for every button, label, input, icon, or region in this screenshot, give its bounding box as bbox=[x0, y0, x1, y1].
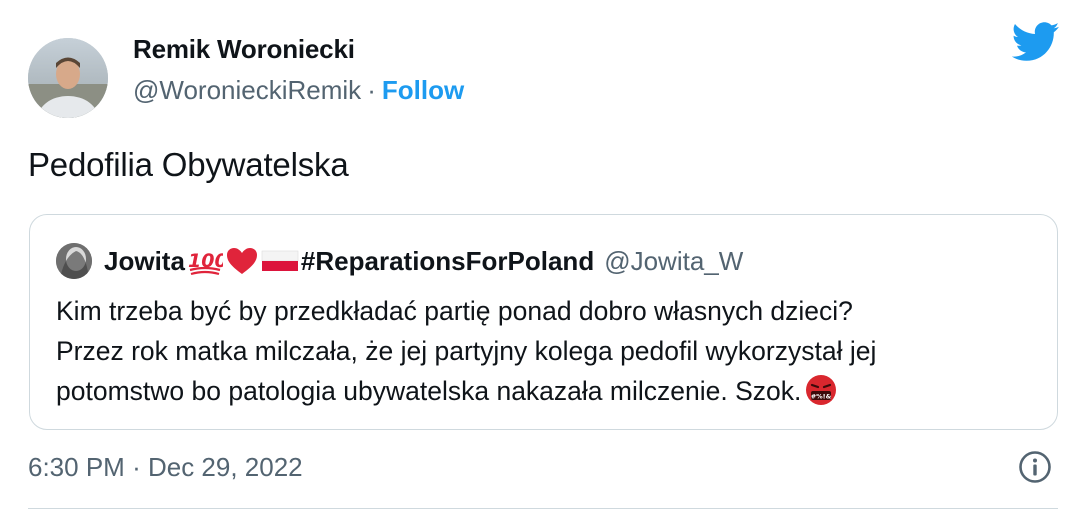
hundred-points-icon: 100 bbox=[188, 250, 223, 276]
handle-separator: · bbox=[367, 75, 376, 105]
quoted-author-name-text: Jowita bbox=[104, 245, 185, 276]
quoted-profile-photo bbox=[56, 243, 92, 279]
quoted-tweet[interactable]: Jowita 100 #ReparationsForPoland @Jowita… bbox=[29, 214, 1058, 430]
quoted-tweet-header: Jowita 100 #ReparationsForPoland @Jowita… bbox=[56, 241, 743, 281]
quoted-author-name[interactable]: Jowita 100 #ReparationsForPoland bbox=[104, 246, 594, 277]
twitter-bird-icon[interactable] bbox=[1012, 22, 1060, 62]
tweet-embed-card: Remik Woroniecki @WoronieckiRemik · Follow… bbox=[0, 0, 1092, 520]
red-heart-icon bbox=[226, 248, 257, 274]
bottom-divider bbox=[28, 508, 1058, 509]
follow-button[interactable]: Follow bbox=[382, 75, 464, 105]
face-with-symbols-icon: #%!& bbox=[806, 375, 837, 405]
tweet-text: Pedofilia Obywatelska bbox=[28, 146, 349, 183]
quoted-author-avatar[interactable] bbox=[56, 243, 92, 279]
author-avatar[interactable] bbox=[28, 38, 108, 118]
svg-text:#%!&: #%!& bbox=[811, 393, 832, 401]
profile-photo bbox=[28, 38, 108, 118]
info-icon[interactable] bbox=[1018, 450, 1052, 484]
quoted-tweet-body: Kim trzeba być by przedkładać partię pon… bbox=[56, 291, 1036, 411]
quoted-body-line: Przez rok matka milczała, że jej partyjn… bbox=[56, 336, 877, 366]
tweet-timestamp[interactable]: 6:30 PM · Dec 29, 2022 bbox=[28, 452, 303, 483]
quoted-body-line: potomstwo bo patologia ubywatelska nakaz… bbox=[56, 376, 802, 406]
author-handle[interactable]: @WoronieckiRemik bbox=[133, 75, 361, 105]
tweet-time: 6:30 PM bbox=[28, 452, 125, 482]
author-handle-row: @WoronieckiRemik · Follow bbox=[133, 75, 464, 106]
quoted-author-hashtag: #ReparationsForPoland bbox=[300, 245, 595, 276]
quoted-author-handle[interactable]: @Jowita_W bbox=[604, 246, 743, 277]
poland-flag-icon bbox=[261, 250, 299, 271]
author-name[interactable]: Remik Woroniecki bbox=[133, 34, 355, 65]
meta-separator: · bbox=[132, 452, 141, 482]
quoted-body-line: Kim trzeba być by przedkładać partię pon… bbox=[56, 296, 853, 326]
quoted-body-line-last: potomstwo bo patologia ubywatelska nakaz… bbox=[56, 371, 1036, 411]
tweet-date: Dec 29, 2022 bbox=[147, 452, 303, 482]
